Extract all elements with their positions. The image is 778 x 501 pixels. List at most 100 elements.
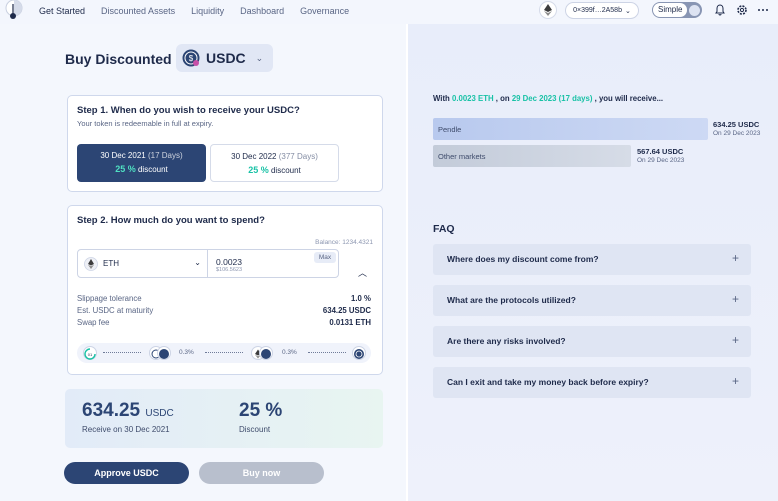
discount-value: 25 % xyxy=(239,400,283,421)
spend-amount: 0.0023 ETH xyxy=(452,94,494,103)
plus-icon[interactable]: + xyxy=(732,374,739,388)
max-button[interactable]: Max xyxy=(314,252,336,263)
bar-label: Pendle xyxy=(438,125,462,134)
top-nav: Get Started Discounted Assets Liquidity … xyxy=(0,0,778,24)
ethereum-icon xyxy=(544,4,552,16)
discount-label: discount xyxy=(270,166,301,175)
discount-caption: Discount xyxy=(239,425,271,434)
pendle-logo-icon[interactable] xyxy=(4,0,24,20)
step1-card: Step 1. When do you wish to receive your… xyxy=(67,95,383,192)
mode-label: Simple xyxy=(653,3,688,17)
discount-label: discount xyxy=(137,165,168,174)
buy-now-button[interactable]: Buy now xyxy=(199,462,324,484)
faq-question: Where does my discount come from? xyxy=(447,254,599,264)
plus-icon[interactable]: + xyxy=(732,292,739,306)
bar-date: On 29 Dec 2023 xyxy=(637,157,685,164)
receive-amount: 634.25 USDC xyxy=(82,400,174,421)
more-icon[interactable] xyxy=(757,4,769,16)
faq-item[interactable]: Are there any risks involved? + xyxy=(433,326,751,357)
detail-row-est-usdc: Est. USDC at maturity 634.25 USDC xyxy=(77,306,371,315)
amount-input[interactable]: 0.0023 xyxy=(216,257,242,267)
usdc-icon: $ xyxy=(182,49,200,67)
step2-title: Step 2. How much do you want to spend? xyxy=(77,215,265,226)
expiry-days: (17 Days) xyxy=(147,151,183,160)
route-start-icon: 01 xyxy=(83,346,97,360)
bar-value: 634.25 USDC xyxy=(713,120,760,129)
chevron-down-icon: ⌄ xyxy=(624,7,631,15)
receive-unit: USDC xyxy=(145,408,174,419)
detail-row-slippage: Slippage tolerance 1.0 % xyxy=(77,294,371,303)
nav-links: Get Started Discounted Assets Liquidity … xyxy=(39,6,365,16)
faq-item[interactable]: Where does my discount come from? + xyxy=(433,244,751,275)
page-title: Buy Discounted xyxy=(65,51,172,67)
chevron-down-icon: ⌄ xyxy=(255,52,264,63)
detail-value: 634.25 USDC xyxy=(322,306,371,315)
detail-label: Est. USDC at maturity xyxy=(77,306,154,315)
faq-item[interactable]: Can I exit and take my money back before… xyxy=(433,367,751,398)
bar-value: 567.64 USDC xyxy=(637,147,684,156)
discount-pct: 25 % xyxy=(115,164,136,174)
faq-item[interactable]: What are the protocols utilized? + xyxy=(433,285,751,316)
mode-toggle[interactable]: Simple xyxy=(652,2,702,18)
comparison-headline: With 0.0023 ETH , on 29 Dec 2023 (17 day… xyxy=(433,94,664,103)
expiry-date: 30 Dec 2021 xyxy=(100,151,146,160)
detail-value: 0.0131 ETH xyxy=(329,318,371,327)
approve-button[interactable]: Approve USDC xyxy=(64,462,189,484)
detail-label: Swap fee xyxy=(77,318,110,327)
faq-question: Are there any risks involved? xyxy=(447,336,566,346)
plus-icon[interactable]: + xyxy=(732,333,739,347)
result-summary: 634.25 USDC Receive on 30 Dec 2021 25 % … xyxy=(65,389,383,448)
bar-pendle: Pendle xyxy=(433,118,708,140)
step1-subtitle: Your token is redeemable in full at expi… xyxy=(77,119,214,128)
toggle-knob xyxy=(689,4,701,16)
faq-question: Can I exit and take my money back before… xyxy=(447,377,649,387)
asset-selector[interactable]: ETH ⌄ xyxy=(78,250,208,277)
detail-value: 1.0 % xyxy=(351,294,371,303)
usdc-icon xyxy=(352,346,366,360)
asset-name: ETH xyxy=(103,259,119,268)
svg-text:$: $ xyxy=(189,54,194,63)
faq-question: What are the protocols utilized? xyxy=(447,295,576,305)
expiry-option-2022[interactable]: 30 Dec 2022 (377 Days) 25 % discount xyxy=(210,144,339,182)
route-fee-2: 0.3% xyxy=(282,349,297,356)
plus-icon[interactable]: + xyxy=(732,251,739,265)
route-connector xyxy=(308,352,346,353)
step1-title: Step 1. When do you wish to receive your… xyxy=(77,105,300,116)
expiry-days: (377 Days) xyxy=(278,152,318,161)
ethereum-icon xyxy=(84,256,98,271)
usdc-icon xyxy=(157,346,171,360)
nav-governance[interactable]: Governance xyxy=(300,6,349,16)
usdc-icon xyxy=(259,346,273,360)
chevron-up-icon[interactable]: ︿ xyxy=(358,266,367,279)
network-selector[interactable] xyxy=(539,1,557,19)
svg-text:01: 01 xyxy=(88,352,93,357)
nav-discounted-assets[interactable]: Discounted Assets xyxy=(101,6,175,16)
step2-card: Step 2. How much do you want to spend? B… xyxy=(67,205,383,375)
route-fee-1: 0.3% xyxy=(179,349,194,356)
wallet-address-button[interactable]: 0×399f…2A58b ⌄ xyxy=(565,2,639,19)
swap-route: 01 0.3% 0.3% xyxy=(77,343,371,363)
nav-dashboard[interactable]: Dashboard xyxy=(240,6,284,16)
nav-liquidity[interactable]: Liquidity xyxy=(191,6,224,16)
maturity-date: 29 Dec 2023 (17 days) xyxy=(511,94,593,103)
detail-label: Slippage tolerance xyxy=(77,294,142,303)
route-connector xyxy=(103,352,141,353)
detail-row-swap-fee: Swap fee 0.0131 ETH xyxy=(77,318,371,327)
wallet-address: 0×399f…2A58b xyxy=(573,7,622,14)
faq-title: FAQ xyxy=(433,223,455,235)
token-selector[interactable]: $ USDC ⌄ xyxy=(176,44,273,72)
amount-input-group: ETH ⌄ 0.0023 $106.5623 Max xyxy=(77,249,339,278)
token-name: USDC xyxy=(206,50,246,66)
discount-pct: 25 % xyxy=(248,165,269,175)
bar-label: Other markets xyxy=(438,152,486,161)
expiry-option-2021[interactable]: 30 Dec 2021 (17 Days) 25 % discount xyxy=(77,144,206,182)
nav-get-started[interactable]: Get Started xyxy=(39,6,85,16)
balance-text: Balance: 1234.4321 xyxy=(315,239,373,246)
amount-usd: $106.5623 xyxy=(216,267,242,273)
route-connector xyxy=(205,352,243,353)
chevron-down-icon: ⌄ xyxy=(194,258,201,267)
expiry-date: 30 Dec 2022 xyxy=(231,152,277,161)
bell-icon[interactable] xyxy=(714,4,726,16)
gear-icon[interactable] xyxy=(736,4,748,16)
receive-label: Receive on 30 Dec 2021 xyxy=(82,425,170,434)
